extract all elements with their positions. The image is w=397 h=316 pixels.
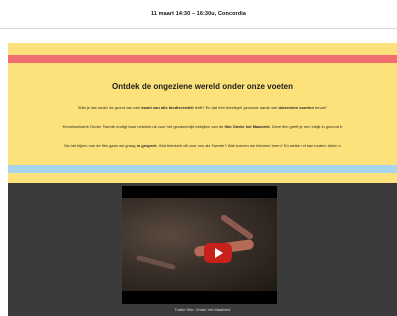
intro-section	[8, 43, 397, 183]
intro-line-3: Na het kijken van de film gaan we graag …	[8, 143, 397, 148]
red-stripe	[8, 55, 397, 63]
bold-text: film Onder het Maaiveld	[224, 124, 270, 129]
video-caption: Trailer film: Onder het Maaiveld	[174, 307, 231, 312]
text-segment: Na het kijken van de film gaan we graag	[64, 143, 137, 148]
bold-text: kwart van alle biodiversiteit	[141, 105, 194, 110]
intro-line-1: Wist je dat onder de grond van een kwart…	[8, 105, 397, 110]
event-datetime: 11 maart 14:30 – 16:30u, Concordia	[150, 11, 247, 17]
spacer	[0, 29, 397, 43]
worm-shape	[219, 213, 255, 241]
text-segment: . Deze film geeft je een inkijk in gezon…	[269, 124, 343, 129]
bold-text: duizenden soorten	[278, 105, 314, 110]
play-icon[interactable]	[204, 243, 232, 263]
text-segment: leeft? En dat één theelepel gezonde aard…	[193, 105, 279, 110]
video-player[interactable]	[122, 186, 277, 304]
text-segment: Kennisnetwerk Onder Twente nodigt haar n…	[62, 124, 225, 129]
section-heading: Ontdek de ongeziene wereld onder onze vo…	[112, 82, 293, 91]
blue-stripe	[8, 165, 397, 173]
worm-shape	[136, 254, 176, 271]
text-segment: Wist je dat onder de grond van een	[77, 105, 142, 110]
intro-line-2: Kennisnetwerk Onder Twente nodigt haar n…	[8, 124, 397, 129]
video-thumbnail	[122, 198, 277, 291]
text-segment: bevat?	[313, 105, 328, 110]
bold-text: in gesprek	[136, 143, 157, 148]
text-segment: . Wat betekent dit voor ons als Twente? …	[156, 143, 341, 148]
top-bar: 11 maart 14:30 – 16:30u, Concordia	[0, 0, 397, 29]
